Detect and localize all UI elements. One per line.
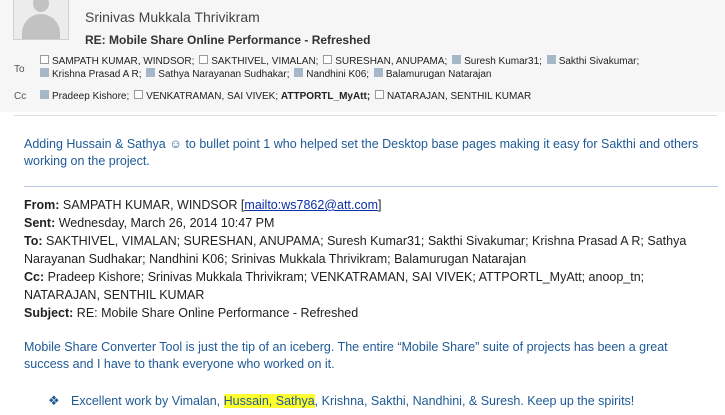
recipient-name: Nandhini K06; (306, 69, 370, 80)
contact-card-icon (146, 68, 156, 77)
highlighted-names: Hussain, Sathya (223, 394, 315, 408)
message-paragraph: Mobile Share Converter Tool is just the … (24, 340, 668, 371)
contact-placeholder-icon (199, 55, 209, 64)
recipient-chip[interactable]: SAKTHIVEL, VIMALAN; (197, 55, 319, 67)
to-recipients: SAMPATH KUMAR, WINDSOR; SAKTHIVEL, VIMAL… (38, 55, 715, 81)
fwd-cc-value: Pradeep Kishore; Srinivas Mukkala Thrivi… (24, 270, 645, 302)
fwd-to-label: To: (24, 234, 43, 248)
recipient-chip[interactable]: Nandhini K06; (292, 68, 370, 80)
forwarded-header: From: SAMPATH KUMAR, WINDSOR [mailto:ws7… (24, 196, 718, 322)
contact-card-icon (40, 90, 49, 99)
from-close: ] (377, 198, 382, 212)
recipient-name: Sakthi Sivakumar; (558, 56, 640, 67)
from-label: From: (24, 198, 60, 212)
recipient-chip[interactable]: Suresh Kumar31; (450, 55, 542, 67)
contact-placeholder-icon (40, 55, 49, 64)
contact-card-icon (294, 68, 304, 77)
sender-avatar[interactable] (13, 0, 69, 40)
forwarded-from-line: From: SAMPATH KUMAR, WINDSOR [mailto:ws7… (24, 196, 718, 214)
contact-card-icon (546, 55, 556, 64)
recipient-name: SAMPATH KUMAR, WINDSOR; (52, 56, 195, 67)
forward-divider (24, 186, 718, 187)
avatar-body-shape (22, 14, 60, 39)
recipient-chip[interactable]: Sathya Narayanan Sudhakar; (144, 68, 290, 80)
fwd-subject-value: RE: Mobile Share Online Performance - Re… (76, 306, 359, 320)
bullet-text-after: , Krishna, Sakthi, Nandhini, & Suresh. K… (314, 394, 635, 408)
recipient-chip[interactable]: Balamurugan Natarajan (372, 68, 492, 80)
message-header: Srinivas Mukkala Thrivikram RE: Mobile S… (0, 0, 725, 112)
recipient-name: NATARAJAN, SENTHIL KUMAR (386, 91, 532, 102)
recipient-chip[interactable]: SAMPATH KUMAR, WINDSOR; (38, 55, 195, 67)
bullet-icon: ❖ (48, 393, 60, 408)
fwd-to-value: SAKTHIVEL, VIMALAN; SURESHAN, ANUPAMA; S… (24, 234, 687, 266)
contact-placeholder-icon (323, 55, 333, 64)
from-value: SAMPATH KUMAR, WINDSOR [ (62, 198, 245, 212)
fwd-cc-label: Cc: (24, 270, 45, 284)
contact-card-icon (452, 55, 462, 64)
forwarded-cc-line: Cc: Pradeep Kishore; Srinivas Mukkala Th… (24, 268, 718, 304)
contact-placeholder-icon (134, 90, 144, 99)
recipient-chip[interactable]: NATARAJAN, SENTHIL KUMAR (373, 90, 532, 102)
cc-recipients: Pradeep Kishore; VENKATRAMAN, SAI VIVEK;… (38, 90, 715, 103)
recipient-name: SAKTHIVEL, VIMALAN; (211, 56, 319, 67)
bullet-text-before: Excellent work by Vimalan, (71, 394, 224, 408)
sent-label: Sent: (24, 216, 56, 230)
forwarded-sent-line: Sent: Wednesday, March 26, 2014 10:47 PM (24, 214, 718, 232)
to-label: To (14, 64, 25, 75)
sender-name[interactable]: Srinivas Mukkala Thrivikram (85, 9, 260, 25)
recipient-name: VENKATRAMAN, SAI VIVEK; (146, 91, 279, 102)
recipient-name: ATTPORTL_MyAtt; (280, 91, 371, 102)
cc-label: Cc (14, 91, 27, 102)
mailto-link[interactable]: mailto:ws7862@att.com (244, 198, 378, 212)
recipient-name: Suresh Kumar31; (464, 56, 542, 67)
recipient-name: SURESHAN, ANUPAMA; (335, 56, 448, 67)
recipient-chip[interactable]: Pradeep Kishore; (38, 90, 130, 102)
recipient-chip[interactable]: SURESHAN, ANUPAMA; (321, 55, 448, 67)
sent-value: Wednesday, March 26, 2014 10:47 PM (58, 216, 275, 230)
forwarded-to-line: To: SAKTHIVEL, VIMALAN; SURESHAN, ANUPAM… (24, 232, 718, 268)
intro-paragraph: Adding Hussain & Sathya ☺ to bullet poin… (24, 137, 699, 168)
message-subject: RE: Mobile Share Online Performance - Re… (85, 33, 371, 47)
recipient-name: Sathya Narayanan Sudhakar; (158, 69, 290, 80)
bullet-item-1: Excellent work by Vimalan, Hussain, Sath… (71, 394, 634, 408)
avatar-head-shape (33, 0, 49, 12)
recipient-name: Balamurugan Natarajan (385, 69, 492, 80)
contact-placeholder-icon (374, 90, 384, 99)
recipient-name: Pradeep Kishore; (52, 91, 130, 102)
recipient-chip[interactable]: ATTPORTL_MyAtt; (281, 91, 370, 102)
contact-card-icon (40, 68, 49, 77)
contact-card-icon (373, 68, 383, 77)
recipient-chip[interactable]: VENKATRAMAN, SAI VIVEK; (132, 90, 279, 102)
fwd-subject-label: Subject: (24, 306, 74, 320)
recipient-chip[interactable]: Krishna Prasad A R; (38, 68, 142, 80)
header-divider (14, 115, 717, 116)
recipient-name: Krishna Prasad A R; (52, 69, 142, 80)
recipient-chip[interactable]: Sakthi Sivakumar; (545, 55, 640, 67)
forwarded-subject-line: Subject: RE: Mobile Share Online Perform… (24, 304, 718, 322)
